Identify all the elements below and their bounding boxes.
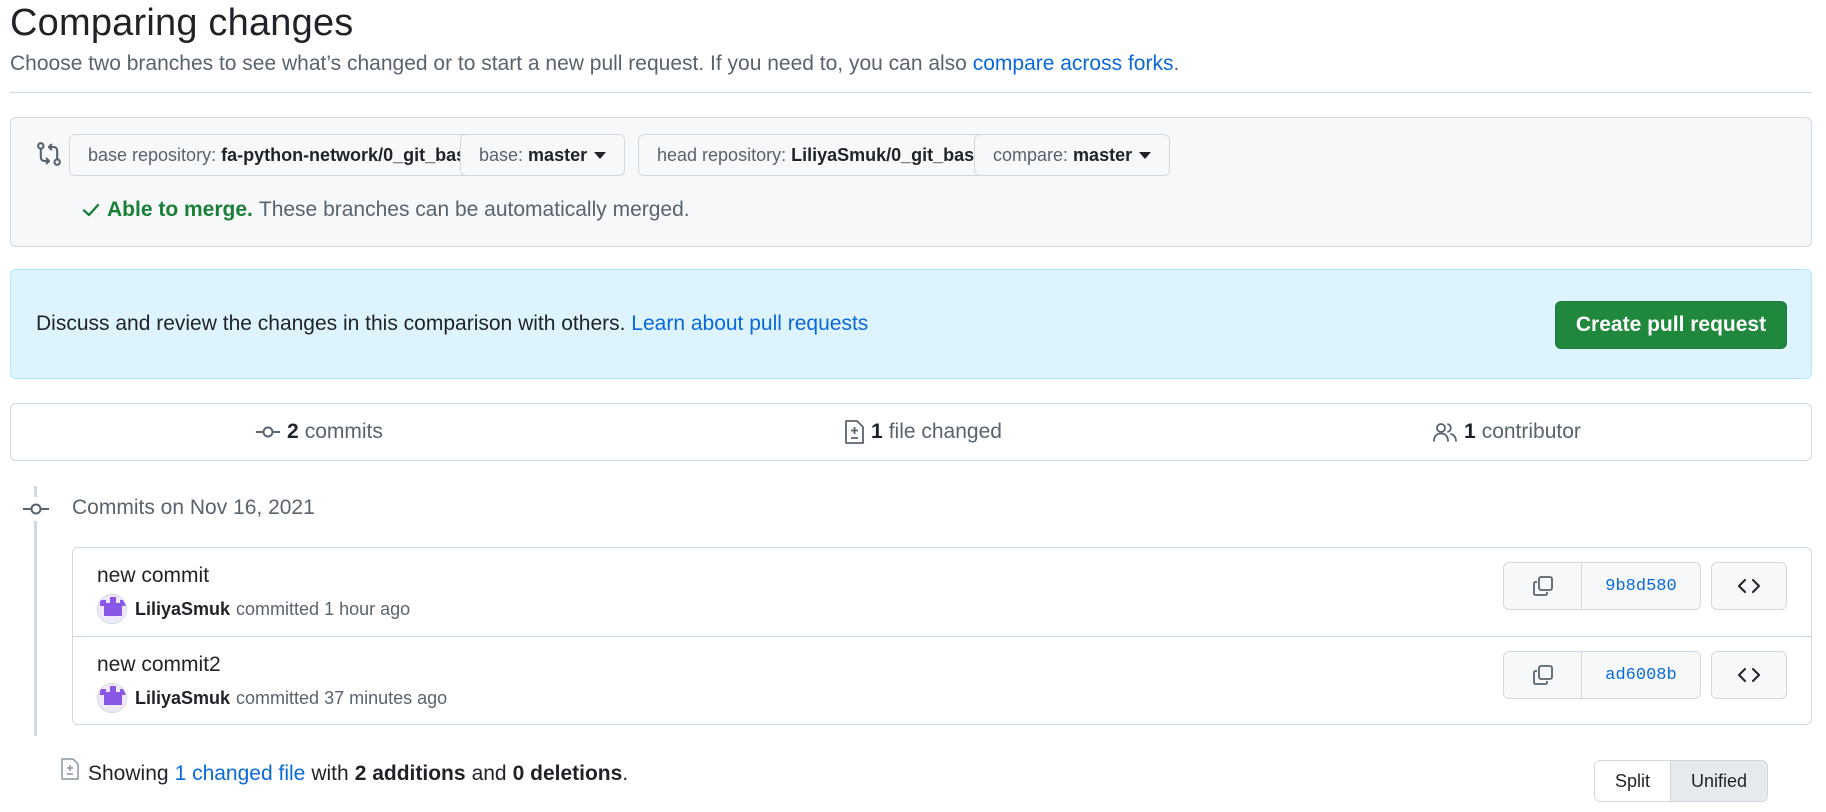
commit-sha-group: ad6008b (1503, 651, 1701, 699)
summary-period: . (622, 762, 629, 785)
files-changed-stat[interactable]: 1 file changed (843, 404, 1002, 460)
base-branch-select[interactable]: base: master (460, 134, 626, 176)
header-divider (10, 92, 1812, 93)
head-repository-value: LiliyaSmuk/0_git_basics (791, 144, 1000, 165)
browse-repo-button[interactable] (1711, 562, 1787, 610)
base-branch-label: base: (479, 144, 524, 165)
git-commit-icon (22, 497, 50, 521)
commit-row: new commit LiliyaSmuk committed 1 hour a… (73, 548, 1811, 636)
file-diff-icon (845, 420, 864, 444)
commit-list: new commit LiliyaSmuk committed 1 hour a… (72, 547, 1812, 725)
additions-count: 2 additions (354, 762, 466, 785)
compare-range-editor: base repository: fa-python-network/0_git… (10, 117, 1812, 247)
subtitle-text: Choose two branches to see what’s change… (10, 52, 967, 75)
discuss-text: Discuss and review the changes in this c… (36, 312, 626, 335)
timeline-line (34, 486, 37, 736)
commit-author[interactable]: LiliyaSmuk (135, 599, 230, 620)
diff-view-toggle: Split Unified (1594, 760, 1768, 802)
base-branch-value: master (528, 144, 588, 165)
code-icon (1738, 668, 1760, 682)
diff-summary: Showing 1 changed file with 2 additions … (60, 758, 629, 786)
code-icon (1738, 579, 1760, 593)
compare-branch-value: master (1073, 144, 1133, 165)
merge-status-detail: These branches can be automatically merg… (258, 198, 690, 221)
contributors-label: contributor (1481, 420, 1581, 443)
git-compare-icon (37, 142, 61, 166)
avatar[interactable] (97, 683, 127, 713)
contributors-stat[interactable]: 1 contributor (1432, 404, 1581, 460)
copy-sha-button[interactable] (1504, 563, 1582, 609)
page-subtitle: Choose two branches to see what’s change… (10, 52, 1179, 76)
commits-label: commits (304, 420, 383, 443)
commit-action: committed (236, 598, 320, 619)
commit-meta: LiliyaSmuk committed 1 hour ago (97, 594, 410, 624)
file-diff-icon (61, 758, 79, 780)
with-label: with (311, 762, 349, 785)
copy-sha-button[interactable] (1504, 652, 1582, 698)
commit-title[interactable]: new commit (97, 564, 209, 588)
create-pull-request-button[interactable]: Create pull request (1555, 301, 1787, 349)
showing-label: Showing (88, 762, 169, 785)
comparison-stats: 2 commits 1 file changed 1 contributor (10, 403, 1812, 461)
commit-time: 1 hour ago (324, 598, 411, 619)
commit-sha-group: 9b8d580 (1503, 562, 1701, 610)
commits-date-heading: Commits on Nov 16, 2021 (72, 496, 315, 519)
check-icon (82, 203, 100, 217)
commit-meta: LiliyaSmuk committed 37 minutes ago (97, 683, 447, 713)
base-repository-label: base repository: (88, 144, 217, 165)
people-icon (1433, 423, 1457, 442)
head-repository-label: head repository: (657, 144, 787, 165)
unified-view-button[interactable]: Unified (1671, 761, 1767, 801)
caret-down-icon (1139, 151, 1152, 159)
commit-time: 37 minutes ago (324, 687, 448, 708)
compare-branch-label: compare: (993, 144, 1069, 165)
commit-title[interactable]: new commit2 (97, 653, 221, 677)
browse-repo-button[interactable] (1711, 651, 1787, 699)
split-view-button[interactable]: Split (1595, 761, 1671, 801)
commits-count: 2 (287, 420, 299, 443)
and-label: and (471, 762, 507, 785)
git-commit-icon (256, 426, 280, 438)
changed-files-link[interactable]: 1 changed file (175, 762, 306, 786)
copy-icon (1532, 576, 1553, 596)
commit-author[interactable]: LiliyaSmuk (135, 688, 230, 709)
discuss-message: Discuss and review the changes in this c… (36, 312, 868, 336)
subtitle-period: . (1173, 52, 1180, 75)
commit-row: new commit2 LiliyaSmuk committed 37 minu… (73, 636, 1811, 724)
merge-status: Able to merge. These branches can be aut… (81, 198, 690, 222)
commit-sha-link[interactable]: 9b8d580 (1582, 563, 1700, 609)
deletions-count: 0 deletions (512, 762, 623, 785)
compare-across-forks-link[interactable]: compare across forks (973, 52, 1174, 75)
compare-branch-select[interactable]: compare: master (974, 134, 1171, 176)
base-repository-value: fa-python-network/0_git_basics (221, 144, 492, 165)
learn-about-pull-requests-link[interactable]: Learn about pull requests (631, 312, 868, 335)
commit-action: committed (236, 687, 320, 708)
contributors-count: 1 (1464, 420, 1476, 443)
merge-status-label: Able to merge. (107, 198, 253, 221)
discuss-banner: Discuss and review the changes in this c… (10, 269, 1812, 379)
caret-down-icon (594, 151, 607, 159)
files-count: 1 (871, 420, 883, 443)
copy-icon (1532, 665, 1553, 685)
commit-sha-link[interactable]: ad6008b (1582, 652, 1700, 698)
avatar[interactable] (97, 594, 127, 624)
commits-stat[interactable]: 2 commits (255, 404, 383, 460)
files-label: file changed (888, 420, 1002, 443)
page-title: Comparing changes (10, 2, 354, 44)
